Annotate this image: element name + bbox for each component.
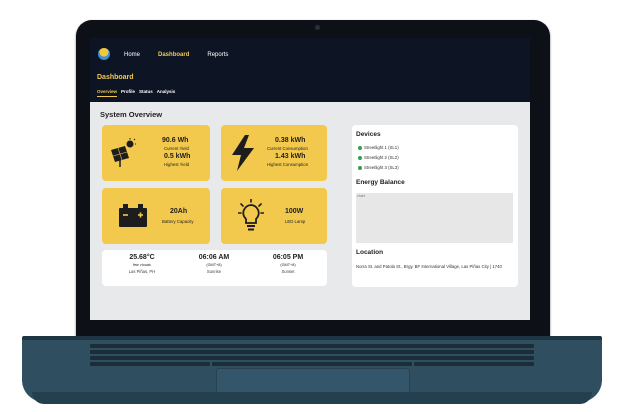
device-label: Streetlight 2 (SL2) bbox=[364, 155, 399, 160]
temperature: 25.68°C bbox=[129, 254, 155, 261]
lamp-card: 100W LED Lamp bbox=[221, 188, 327, 244]
highest-yield-value: 0.5 kWh bbox=[164, 153, 191, 160]
current-consumption-label: Current Consumption bbox=[267, 146, 308, 151]
status-dot-icon bbox=[358, 155, 362, 160]
tab-overview[interactable]: Overview bbox=[97, 89, 118, 97]
energy-balance-chart: chart bbox=[356, 193, 513, 243]
battery-value: 20Ah bbox=[170, 208, 188, 215]
current-yield-label: Current Yield bbox=[164, 146, 189, 151]
device-item[interactable]: Streetlight 3 (SL3) bbox=[358, 165, 399, 170]
nav-reports[interactable]: Reports bbox=[207, 52, 228, 58]
sunset-label: Sunset bbox=[281, 269, 295, 274]
tab-profile[interactable]: Profile bbox=[121, 89, 135, 97]
weather-place: Las Piñas, PH bbox=[128, 269, 156, 274]
lightning-icon bbox=[232, 135, 254, 171]
sunrise-tz: (GMT+8) bbox=[206, 263, 222, 267]
sunrise-label: Sunrise bbox=[206, 269, 222, 274]
app-header: Home Dashboard Reports Dashboard Overvie… bbox=[90, 38, 530, 102]
sunset-col: 06:05 PM (GMT+8) Sunset bbox=[256, 254, 320, 274]
page-title: Dashboard bbox=[97, 74, 134, 81]
devices-title: Devices bbox=[356, 131, 381, 138]
top-nav: Home Dashboard Reports bbox=[124, 52, 228, 58]
device-label: Streetlight 3 (SL3) bbox=[364, 165, 399, 170]
solar-panel-icon bbox=[111, 138, 136, 167]
tab-analysis[interactable]: Analysis bbox=[157, 89, 176, 97]
weather-temp-col: 25.68°C few clouds Las Piñas, PH bbox=[110, 254, 174, 274]
laptop-front-edge bbox=[32, 392, 592, 404]
yield-card: 90.6 Wh Current Yield 0.5 kWh Highest Yi… bbox=[102, 125, 210, 181]
nav-dashboard[interactable]: Dashboard bbox=[158, 52, 189, 58]
location-title: Location bbox=[356, 249, 384, 256]
sunset-time: 06:05 PM bbox=[272, 254, 304, 261]
battery-card: 20Ah Battery Capacity bbox=[102, 188, 210, 244]
highest-consumption-value: 1.43 kWh bbox=[275, 153, 306, 160]
chart-placeholder: chart bbox=[357, 194, 365, 198]
tab-status[interactable]: Status bbox=[139, 89, 153, 97]
battery-label: Battery Capacity bbox=[162, 219, 194, 224]
section-title: System Overview bbox=[100, 110, 163, 119]
lamp-label: LED Lamp bbox=[285, 219, 306, 224]
current-yield-value: 90.6 Wh bbox=[162, 137, 189, 144]
device-item[interactable]: Streetlight 1 (SL1) bbox=[358, 145, 399, 150]
battery-icon bbox=[119, 204, 147, 227]
consumption-card: 0.38 kWh Current Consumption 1.43 kWh Hi… bbox=[221, 125, 327, 181]
sunrise-time: 06:06 AM bbox=[198, 254, 230, 261]
sunset-tz: (GMT+8) bbox=[280, 263, 296, 267]
logo-icon[interactable] bbox=[98, 48, 110, 60]
trackpad bbox=[216, 368, 410, 394]
device-item[interactable]: Streetlight 2 (SL2) bbox=[358, 155, 399, 160]
sunrise-col: 06:06 AM (GMT+8) Sunrise bbox=[182, 254, 246, 274]
current-consumption-value: 0.38 kWh bbox=[275, 137, 306, 144]
device-label: Streetlight 1 (SL1) bbox=[364, 145, 399, 150]
info-panel: Devices Streetlight 1 (SL1) Streetlight … bbox=[352, 125, 518, 287]
weather-condition: few clouds bbox=[133, 263, 151, 267]
app-screen: Home Dashboard Reports Dashboard Overvie… bbox=[90, 38, 530, 320]
weather-panel: 25.68°C few clouds Las Piñas, PH 06:06 A… bbox=[102, 250, 327, 286]
lamp-value: 100W bbox=[285, 208, 304, 215]
sub-tabs: Overview Profile Status Analysis bbox=[97, 89, 175, 97]
light-bulb-icon bbox=[238, 199, 264, 231]
hinge bbox=[22, 336, 602, 340]
energy-balance-title: Energy Balance bbox=[356, 179, 405, 186]
location-address: Norra St. and Patola St., Brgy. BF Inter… bbox=[356, 264, 502, 269]
nav-home[interactable]: Home bbox=[124, 52, 140, 58]
status-dot-icon bbox=[358, 165, 362, 170]
status-dot-icon bbox=[358, 145, 362, 150]
keyboard bbox=[90, 344, 534, 366]
highest-yield-label: Highest Yield bbox=[164, 162, 190, 167]
camera bbox=[315, 25, 320, 30]
highest-consumption-label: Highest Consumption bbox=[267, 162, 309, 167]
